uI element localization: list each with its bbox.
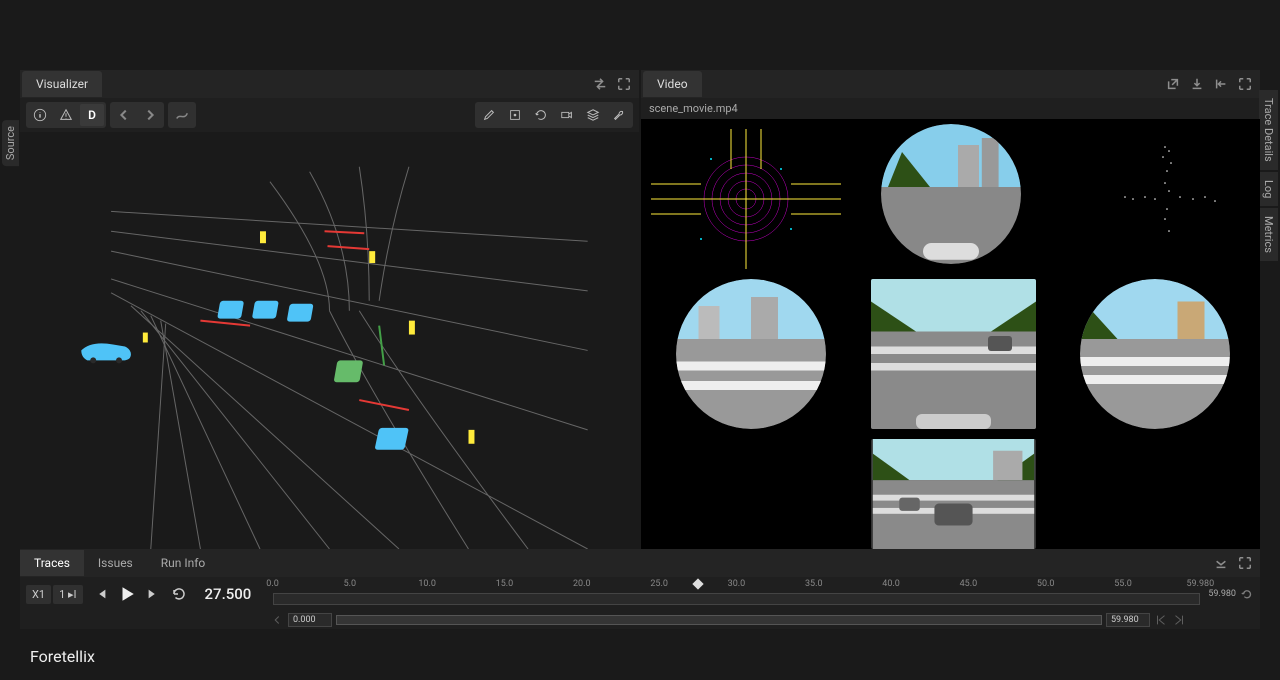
range-jump-start-icon[interactable] xyxy=(1154,613,1168,627)
camera-right-fisheye xyxy=(1080,279,1230,429)
collapse-icon[interactable] xyxy=(1214,556,1228,570)
expand-icon[interactable] xyxy=(1238,77,1252,91)
video-filename: scene_movie.mp4 xyxy=(641,98,1260,119)
sidebar-tab-source[interactable]: Source xyxy=(2,120,19,166)
ruler-tick: 55.0 xyxy=(1114,579,1132,589)
ruler-tick: 0.0 xyxy=(266,579,279,589)
ruler-tick: 50.0 xyxy=(1037,579,1055,589)
camera-left-fisheye xyxy=(676,279,826,429)
camera-center-wide xyxy=(871,279,1036,429)
arrow-right-icon[interactable] xyxy=(138,104,162,126)
ruler-tick: 20.0 xyxy=(573,579,591,589)
mode-d-button[interactable]: D xyxy=(80,104,104,126)
sidebar-tab-metrics[interactable]: Metrics xyxy=(1259,208,1278,261)
step-back-button[interactable] xyxy=(91,584,111,604)
ruler-tick: 15.0 xyxy=(496,579,514,589)
expand-icon[interactable] xyxy=(617,77,631,91)
ruler-tick: 35.0 xyxy=(805,579,823,589)
ruler-tick: 5.0 xyxy=(344,579,357,589)
tab-issues[interactable]: Issues xyxy=(84,550,147,576)
swap-icon[interactable] xyxy=(593,77,607,91)
video-tab[interactable]: Video xyxy=(643,71,702,97)
play-button[interactable] xyxy=(117,584,137,604)
expand-icon[interactable] xyxy=(1238,556,1252,570)
rotate-icon[interactable] xyxy=(529,104,553,126)
info-icon[interactable] xyxy=(28,104,52,126)
camera-icon[interactable] xyxy=(555,104,579,126)
target-icon[interactable] xyxy=(503,104,527,126)
camera-front-fisheye xyxy=(881,124,1021,264)
ruler-tick: 10.0 xyxy=(418,579,436,589)
range-bar[interactable] xyxy=(336,615,1102,625)
playback-speed-button[interactable]: X1 xyxy=(26,585,51,604)
video-grid[interactable] xyxy=(641,119,1260,549)
arrow-left-icon[interactable] xyxy=(112,104,136,126)
visualizer-panel: Visualizer D xyxy=(20,70,639,549)
loop-icon[interactable] xyxy=(1240,587,1254,601)
ruler-tick: 59.980 xyxy=(1186,579,1214,589)
range-end-input[interactable] xyxy=(1106,613,1150,627)
step-forward-button[interactable] xyxy=(143,584,163,604)
range-start-decrement-icon[interactable] xyxy=(270,613,284,627)
frame-step-button[interactable]: 1 ▸I xyxy=(53,585,82,604)
replay-button[interactable] xyxy=(169,584,189,604)
lidar-topdown-view xyxy=(651,129,841,269)
brand-footer: Foretellix xyxy=(0,629,1280,680)
ruler-tick: 45.0 xyxy=(960,579,978,589)
sidebar-tab-trace-details[interactable]: Trace Details xyxy=(1259,90,1278,170)
layers-icon[interactable] xyxy=(581,104,605,126)
camera-rear xyxy=(871,439,1036,549)
range-start-input[interactable] xyxy=(288,613,332,627)
popout-icon[interactable] xyxy=(1166,77,1180,91)
current-time-display: 27.500 xyxy=(205,585,265,603)
range-end-label: 59.980 xyxy=(1208,589,1236,599)
visualizer-viewport[interactable] xyxy=(20,132,639,549)
pencil-icon[interactable] xyxy=(477,104,501,126)
ruler-tick: 25.0 xyxy=(650,579,668,589)
warning-icon[interactable] xyxy=(54,104,78,126)
wrench-icon[interactable] xyxy=(607,104,631,126)
video-panel: Video scene_movie.mp4 xyxy=(641,70,1260,549)
download-icon[interactable] xyxy=(1190,77,1204,91)
timeline-scrubber[interactable]: 0.05.010.015.020.025.030.035.040.045.050… xyxy=(273,579,1201,609)
sidebar-tab-log[interactable]: Log xyxy=(1259,172,1278,206)
lidar-sparse-view xyxy=(1095,139,1245,249)
step-in-icon[interactable] xyxy=(1214,77,1228,91)
tab-traces[interactable]: Traces xyxy=(20,550,84,576)
range-jump-end-icon[interactable] xyxy=(1172,613,1186,627)
ruler-tick: 40.0 xyxy=(882,579,900,589)
ruler-tick: 30.0 xyxy=(728,579,746,589)
visualizer-tab[interactable]: Visualizer xyxy=(22,71,102,97)
route-icon[interactable] xyxy=(170,104,194,126)
tab-run-info[interactable]: Run Info xyxy=(147,550,220,576)
